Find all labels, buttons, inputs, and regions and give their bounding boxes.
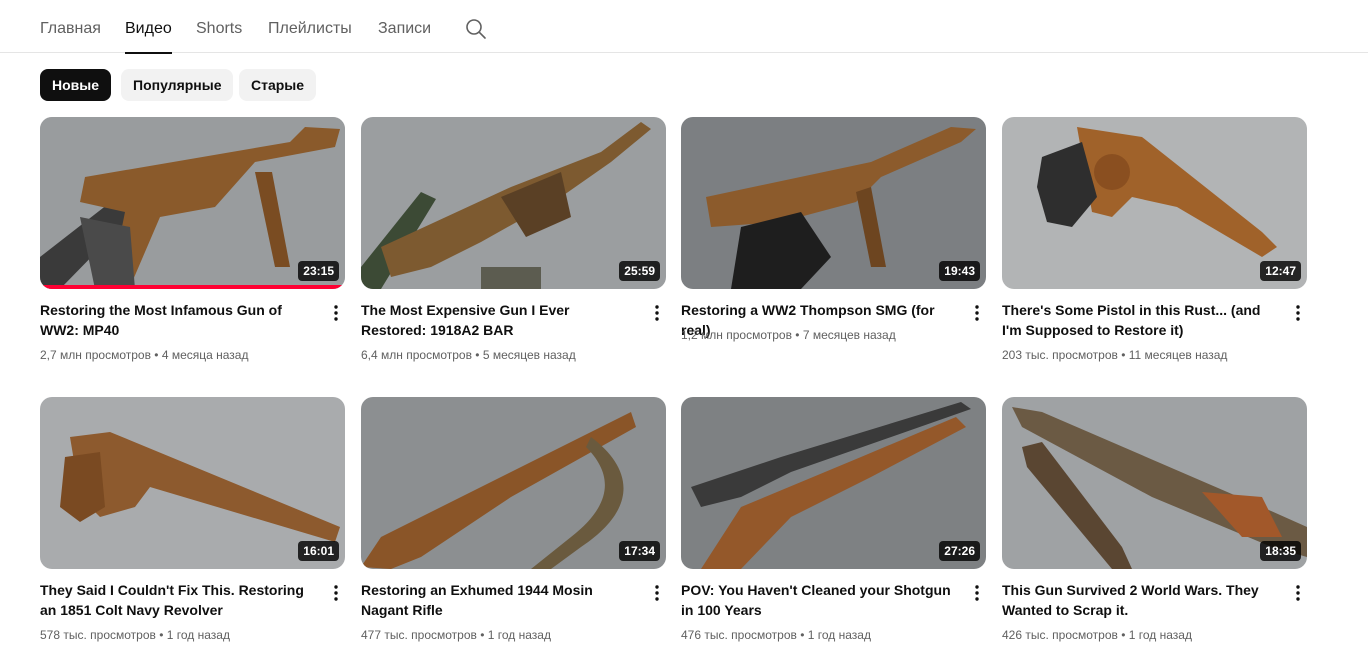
view-count: 203 тыс. просмотров — [1002, 348, 1118, 362]
video-duration: 17:34 — [619, 541, 660, 561]
video-thumbnail[interactable]: 12:47 — [1002, 117, 1307, 289]
upload-age: 11 месяцев назад — [1128, 348, 1228, 362]
view-count: 2,7 млн просмотров — [40, 348, 151, 362]
more-options-icon[interactable] — [647, 303, 667, 323]
video-thumbnail[interactable]: 19:43 — [681, 117, 986, 289]
video-card: 16:01 They Said I Couldn't Fix This. Res… — [40, 397, 345, 657]
video-card: 19:43 Restoring a WW2 Thompson SMG (for … — [681, 117, 986, 377]
video-thumbnail[interactable]: 17:34 — [361, 397, 666, 569]
video-thumbnail[interactable]: 18:35 — [1002, 397, 1307, 569]
chip-oldest[interactable]: Старые — [239, 69, 317, 101]
view-count: 426 тыс. просмотров — [1002, 628, 1118, 642]
video-card: 25:59 The Most Expensive Gun I Ever Rest… — [361, 117, 666, 377]
video-meta: 203 тыс. просмотров • 11 месяцев назад — [1002, 348, 1228, 362]
tab-playlists[interactable]: Плейлисты — [268, 0, 352, 53]
video-duration: 16:01 — [298, 541, 339, 561]
video-duration: 23:15 — [298, 261, 339, 281]
more-options-icon[interactable] — [1288, 303, 1308, 323]
video-duration: 27:26 — [939, 541, 980, 561]
tab-posts[interactable]: Записи — [378, 0, 431, 53]
upload-age: 7 месяцев назад — [802, 328, 896, 342]
upload-age: 1 год назад — [807, 628, 871, 642]
chip-newest[interactable]: Новые — [40, 69, 112, 101]
video-meta: 426 тыс. просмотров • 1 год назад — [1002, 628, 1192, 642]
upload-age: 4 месяца назад — [161, 348, 249, 362]
video-card: 18:35 This Gun Survived 2 World Wars. Th… — [1002, 397, 1307, 657]
video-card: 27:26 POV: You Haven't Cleaned your Shot… — [681, 397, 986, 657]
upload-age: 1 год назад — [166, 628, 230, 642]
video-card: 23:15 Restoring the Most Infamous Gun of… — [40, 117, 345, 377]
video-thumbnail[interactable]: 27:26 — [681, 397, 986, 569]
more-options-icon[interactable] — [326, 583, 346, 603]
view-count: 1,2 млн просмотров — [681, 328, 792, 342]
view-count: 578 тыс. просмотров — [40, 628, 156, 642]
video-meta: 578 тыс. просмотров • 1 год назад — [40, 628, 230, 642]
upload-age: 1 год назад — [1128, 628, 1192, 642]
video-title[interactable]: They Said I Couldn't Fix This. Restoring… — [40, 580, 315, 620]
view-count: 477 тыс. просмотров — [361, 628, 477, 642]
video-title[interactable]: Restoring the Most Infamous Gun of WW2: … — [40, 300, 315, 340]
video-thumbnail[interactable]: 16:01 — [40, 397, 345, 569]
video-thumbnail[interactable]: 25:59 — [361, 117, 666, 289]
video-duration: 19:43 — [939, 261, 980, 281]
video-title[interactable]: This Gun Survived 2 World Wars. They Wan… — [1002, 580, 1277, 620]
video-title[interactable]: There's Some Pistol in this Rust... (and… — [1002, 300, 1277, 340]
more-options-icon[interactable] — [1288, 583, 1308, 603]
video-card: 17:34 Restoring an Exhumed 1944 Mosin Na… — [361, 397, 666, 657]
upload-age: 5 месяцев назад — [482, 348, 576, 362]
more-options-icon[interactable] — [326, 303, 346, 323]
video-meta: 6,4 млн просмотров • 5 месяцев назад — [361, 348, 576, 362]
search-icon[interactable] — [465, 18, 487, 40]
tab-shorts[interactable]: Shorts — [196, 0, 242, 53]
upload-age: 1 год назад — [487, 628, 551, 642]
video-title[interactable]: Restoring an Exhumed 1944 Mosin Nagant R… — [361, 580, 636, 620]
tab-videos[interactable]: Видео — [125, 0, 172, 54]
video-title[interactable]: The Most Expensive Gun I Ever Restored: … — [361, 300, 636, 340]
video-meta: 2,7 млн просмотров • 4 месяца назад — [40, 348, 249, 362]
watch-progress-bar — [40, 285, 345, 289]
more-options-icon[interactable] — [967, 303, 987, 323]
video-title[interactable]: POV: You Haven't Cleaned your Shotgun in… — [681, 580, 956, 620]
video-meta: 477 тыс. просмотров • 1 год назад — [361, 628, 551, 642]
tab-home[interactable]: Главная — [40, 0, 101, 53]
chip-popular[interactable]: Популярные — [121, 69, 234, 101]
channel-tabs: Главная Видео Shorts Плейлисты Записи — [0, 0, 1368, 54]
video-card: 12:47 There's Some Pistol in this Rust..… — [1002, 117, 1307, 377]
video-thumbnail[interactable]: 23:15 — [40, 117, 345, 289]
more-options-icon[interactable] — [647, 583, 667, 603]
view-count: 6,4 млн просмотров — [361, 348, 472, 362]
more-options-icon[interactable] — [967, 583, 987, 603]
video-duration: 25:59 — [619, 261, 660, 281]
video-meta: 476 тыс. просмотров • 1 год назад — [681, 628, 871, 642]
video-meta: 1,2 млн просмотров • 7 месяцев назад — [681, 328, 896, 342]
view-count: 476 тыс. просмотров — [681, 628, 797, 642]
video-duration: 12:47 — [1260, 261, 1301, 281]
video-duration: 18:35 — [1260, 541, 1301, 561]
